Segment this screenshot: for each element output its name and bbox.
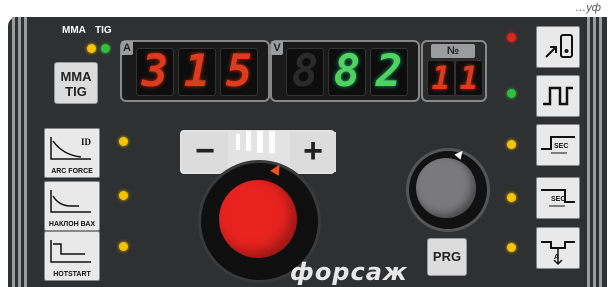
- post-gas-led: [507, 193, 516, 202]
- remote-control-button[interactable]: [536, 26, 580, 68]
- arc-force-label: ARC FORCE: [51, 168, 93, 175]
- brand-logo: форсаж: [290, 258, 408, 286]
- pulse-led: [507, 89, 516, 98]
- pulse-mode-icon: [543, 86, 573, 106]
- current-fall-text: A: [554, 254, 559, 261]
- arc-force-led: [119, 137, 128, 146]
- mma-tig-button-line1: MMA: [60, 69, 92, 84]
- pre-gas-timer-button[interactable]: SEC: [536, 124, 580, 166]
- ampere-digit: 1: [178, 48, 216, 96]
- pre-gas-timer-text: SEC: [554, 143, 568, 150]
- volt-digit: 8: [286, 48, 324, 96]
- pre-gas-timer-icon: SEC: [541, 136, 575, 154]
- volt-digit: 2: [370, 48, 408, 96]
- ampere-display: A 3 1 5: [120, 40, 270, 102]
- volt-ampere-slope-led: [119, 191, 128, 200]
- ampere-digit: 5: [220, 48, 258, 96]
- corner-label: …уф: [575, 2, 601, 14]
- program-digit: 1: [427, 60, 455, 96]
- mma-tig-button[interactable]: MMA TIG: [54, 62, 98, 104]
- volt-display: V 8 8 2: [270, 40, 420, 102]
- increase-button[interactable]: +: [290, 132, 336, 172]
- scale-tick: [246, 131, 251, 151]
- vent-slot: [18, 17, 21, 287]
- current-fall-led: [507, 243, 516, 252]
- volt-ampere-slope-icon: [50, 190, 91, 213]
- volt-digit: 8: [328, 48, 366, 96]
- hotstart-led: [119, 242, 128, 251]
- program-tag: №: [431, 44, 475, 58]
- scale-tick: [257, 131, 263, 153]
- vent-slot: [599, 17, 602, 287]
- prg-button[interactable]: PRG: [427, 238, 467, 276]
- mma-indicator-label: MMA: [62, 25, 86, 36]
- main-knob[interactable]: [219, 180, 297, 258]
- post-gas-timer-icon: SEC: [541, 189, 575, 207]
- welder-front-panel: …уф MMA TIG MMA TIG A 3 1 5 V 8 8 2 № 1 …: [0, 0, 609, 287]
- current-fall-icon: A: [541, 241, 575, 266]
- secondary-knob[interactable]: [416, 158, 476, 218]
- mma-led: [87, 44, 96, 53]
- hotstart-label: HOTSTART: [53, 271, 91, 278]
- volt-ampere-slope-button[interactable]: НАКЛОН ВАХ: [44, 181, 100, 231]
- vent-slot: [587, 17, 590, 287]
- hotstart-button[interactable]: HOTSTART: [44, 231, 100, 281]
- post-gas-timer-text: SEC: [551, 196, 565, 203]
- current-fall-button[interactable]: A: [536, 227, 580, 269]
- remote-led: [507, 33, 516, 42]
- vent-slot: [24, 17, 27, 287]
- vent-slot: [593, 17, 596, 287]
- tig-indicator-label: TIG: [95, 25, 112, 36]
- hotstart-icon: [50, 240, 91, 263]
- vent-slot: [12, 17, 15, 287]
- ampere-digit: 3: [136, 48, 174, 96]
- remote-control-icon: [545, 34, 573, 58]
- tig-led: [101, 44, 110, 53]
- program-digit: 1: [455, 60, 483, 96]
- arc-force-button[interactable]: ID ARC FORCE: [44, 128, 100, 178]
- post-gas-timer-button[interactable]: SEC: [536, 177, 580, 219]
- arc-force-sublabel: ID: [81, 137, 92, 147]
- program-display: № 1 1: [421, 40, 487, 102]
- pulse-mode-button[interactable]: [536, 75, 580, 117]
- pre-gas-led: [507, 140, 516, 149]
- ampere-display-tag: A: [121, 41, 133, 55]
- scale-tick: [269, 131, 275, 153]
- volt-display-tag: V: [271, 41, 283, 55]
- volt-ampere-slope-label: НАКЛОН ВАХ: [48, 221, 96, 228]
- decrease-button[interactable]: −: [182, 132, 228, 172]
- mma-tig-button-line2: TIG: [65, 84, 87, 99]
- scale-tick: [236, 134, 240, 150]
- arc-force-icon: ID: [50, 137, 92, 160]
